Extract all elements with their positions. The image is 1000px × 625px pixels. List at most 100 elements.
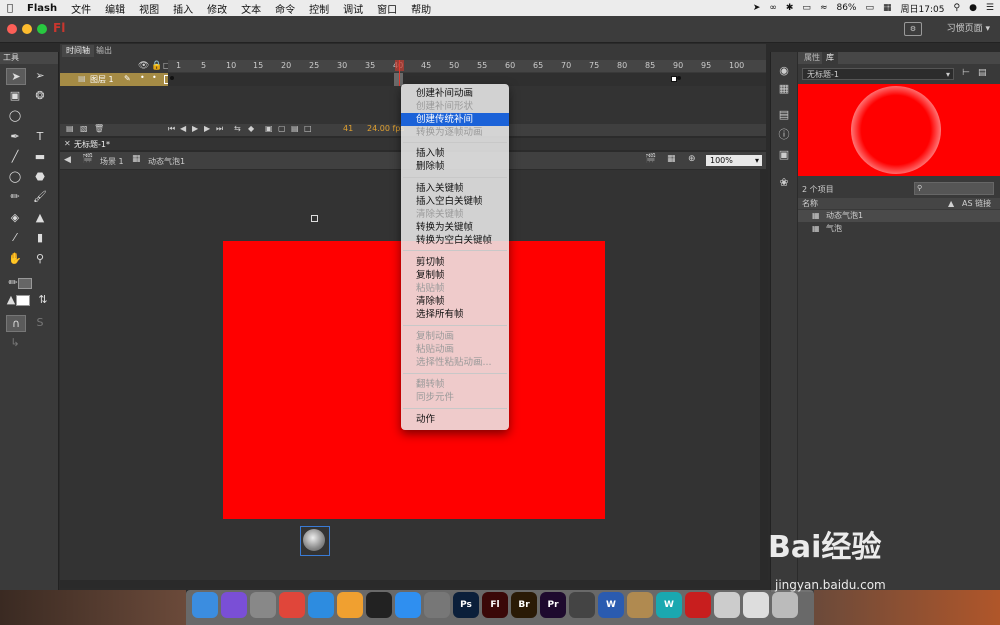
clock[interactable]: 周日17:05 xyxy=(901,2,945,15)
new-layer-icon[interactable]: ▤ xyxy=(66,124,74,133)
menu-item-cut-frames[interactable]: 剪切帧 xyxy=(401,256,509,269)
column-name[interactable]: 名称 xyxy=(802,198,818,209)
onion-markers-icon[interactable]: □ xyxy=(304,124,312,133)
library-item[interactable]: ▦ 气泡 xyxy=(798,223,1000,235)
menu-item-remove-frames[interactable]: 删除帧 xyxy=(401,160,509,173)
tab-library[interactable]: 库 xyxy=(822,52,838,64)
menu-debug[interactable]: 调试 xyxy=(336,1,370,16)
bone-tool-icon[interactable]: ◈ xyxy=(6,210,24,225)
quicktime-icon[interactable] xyxy=(569,592,595,618)
playhead[interactable] xyxy=(399,60,400,89)
eyedropper-tool-icon[interactable]: ⁄ xyxy=(6,230,24,245)
center-stage-icon[interactable]: ⊕ xyxy=(688,154,696,164)
3d-rotation-tool-icon[interactable]: ❂ xyxy=(31,88,49,103)
close-tab-icon[interactable]: ✕ xyxy=(64,139,71,148)
apple-icon[interactable]:  xyxy=(0,3,20,14)
back-arrow-icon[interactable]: ◀ xyxy=(64,155,71,165)
menu-item-synchronize-symbols[interactable]: 同步元件 xyxy=(401,391,509,404)
bluetooth-icon[interactable]: ✱ xyxy=(786,3,794,13)
onion-skin-icon[interactable]: ▣ xyxy=(265,124,273,133)
menu-item-paste-motion-special[interactable]: 选择性粘贴动画... xyxy=(401,356,509,369)
tab-timeline[interactable]: 时间轴 xyxy=(62,45,94,57)
word-icon[interactable]: W xyxy=(598,592,624,618)
preview-icon[interactable] xyxy=(743,592,769,618)
wifi-icon[interactable]: ≈ xyxy=(820,3,828,13)
align-panel-icon[interactable]: ▤ xyxy=(777,108,791,122)
menu-item-copy-frames[interactable]: 复制帧 xyxy=(401,269,509,282)
delete-layer-icon[interactable]: 🗑 xyxy=(94,124,104,133)
layer-row[interactable]: ▤ 图层 1 ✎ • • xyxy=(60,73,171,86)
frame-rate[interactable]: 24.00 fps xyxy=(367,124,405,133)
document-tab[interactable]: 无标题-1* xyxy=(74,139,110,150)
menu-item-insert-blank-keyframe[interactable]: 插入空白关键帧 xyxy=(401,195,509,208)
menu-item-actions[interactable]: 动作 xyxy=(401,413,509,426)
menu-file[interactable]: 文件 xyxy=(64,1,98,16)
smooth-icon[interactable]: S xyxy=(31,315,49,330)
menu-text[interactable]: 文本 xyxy=(234,1,268,16)
fill-color-swatch[interactable] xyxy=(16,295,30,306)
onion-outline-icon[interactable]: ▢ xyxy=(278,124,286,133)
library-item[interactable]: ▦ 动态气泡1 xyxy=(798,210,1000,222)
swatches-panel-icon[interactable]: ▦ xyxy=(777,82,791,96)
menu-item-convert-to-keyframes[interactable]: 转换为关键帧 xyxy=(401,221,509,234)
tab-properties[interactable]: 属性 xyxy=(800,52,824,64)
safari-icon[interactable] xyxy=(308,592,334,618)
swap-colors-icon[interactable]: ⇅ xyxy=(34,292,52,307)
close-window-button[interactable] xyxy=(7,24,17,34)
menu-item-reverse-frames[interactable]: 翻转帧 xyxy=(401,378,509,391)
siri-icon[interactable] xyxy=(221,592,247,618)
menu-item-insert-keyframe[interactable]: 插入关键帧 xyxy=(401,182,509,195)
battery-icon[interactable]: ▭ xyxy=(866,3,875,13)
library-search-input[interactable]: ⚲ xyxy=(914,182,994,195)
zoom-window-button[interactable] xyxy=(37,24,47,34)
step-forward-icon[interactable]: ▶ xyxy=(204,124,210,133)
center-frame-icon[interactable]: ◆ xyxy=(248,124,254,133)
menu-item-create-classic-tween[interactable]: 创建传统补间 xyxy=(401,113,509,126)
layer-name[interactable]: 图层 1 xyxy=(90,74,114,85)
stroke-color-swatch[interactable] xyxy=(18,278,32,289)
menu-item-create-motion-tween[interactable]: 创建补间动画 xyxy=(401,87,509,100)
photos-icon[interactable] xyxy=(337,592,363,618)
loop-icon[interactable]: ⇆ xyxy=(234,124,241,133)
spotlight-icon[interactable]: ⚲ xyxy=(953,3,960,13)
go-last-frame-icon[interactable]: ⏭ xyxy=(216,124,223,134)
straighten-icon[interactable]: ↳ xyxy=(6,335,24,350)
sync-icon[interactable]: ∞ xyxy=(769,3,777,13)
finder-icon[interactable] xyxy=(192,592,218,618)
line-tool-icon[interactable]: ╱ xyxy=(6,149,24,164)
menu-item-paste-frames[interactable]: 粘贴帧 xyxy=(401,282,509,295)
selection-tool-icon[interactable]: ➤ xyxy=(6,68,26,85)
photoshop-icon[interactable]: Ps xyxy=(453,592,479,618)
flash-player-icon[interactable] xyxy=(685,592,711,618)
pencil-tool-icon[interactable]: ✏ xyxy=(6,189,24,204)
menu-view[interactable]: 视图 xyxy=(132,1,166,16)
text-tool-icon[interactable]: T xyxy=(31,129,49,144)
menu-item-paste-motion[interactable]: 粘贴动画 xyxy=(401,343,509,356)
breadcrumb-symbol[interactable]: 动态气泡1 xyxy=(148,156,185,167)
send-icon[interactable]: ➤ xyxy=(753,3,761,13)
trash-icon[interactable] xyxy=(772,592,798,618)
wunderlist-icon[interactable]: W xyxy=(656,592,682,618)
menu-item-clear-frames[interactable]: 清除帧 xyxy=(401,295,509,308)
subselection-tool-icon[interactable]: ➢ xyxy=(31,68,49,83)
pin-icon[interactable]: ⊢ xyxy=(962,68,970,78)
keyframe-marker[interactable] xyxy=(170,76,174,80)
zoom-select[interactable]: 100% ▾ xyxy=(706,155,762,166)
eraser-tool-icon[interactable]: ▮ xyxy=(31,230,49,245)
step-back-icon[interactable]: ◀ xyxy=(180,124,186,133)
paint-bucket-tool-icon[interactable]: ▲ xyxy=(31,210,49,225)
info-panel-icon[interactable]: ⓘ xyxy=(777,128,791,142)
menu-item-convert-to-frame-by-frame[interactable]: 转换为逐帧动画 xyxy=(401,126,509,139)
airplay-icon[interactable]: ▭ xyxy=(802,3,811,13)
frame-ruler[interactable]: 1 5 10 15 20 25 30 35 40 45 50 55 60 65 … xyxy=(168,60,766,72)
snap-to-objects-icon[interactable]: ∩ xyxy=(6,315,26,332)
screenshot-icon[interactable] xyxy=(714,592,740,618)
menu-insert[interactable]: 插入 xyxy=(166,1,200,16)
components-panel-icon[interactable]: ❀ xyxy=(777,176,791,190)
current-frame[interactable]: 41 xyxy=(343,124,353,133)
minimize-window-button[interactable] xyxy=(22,24,32,34)
menu-item-insert-frame[interactable]: 插入帧 xyxy=(401,147,509,160)
premiere-icon[interactable]: Pr xyxy=(540,592,566,618)
lasso-tool-icon[interactable]: ◯ xyxy=(6,108,24,123)
color-panel-icon[interactable]: ◉ xyxy=(777,64,791,78)
